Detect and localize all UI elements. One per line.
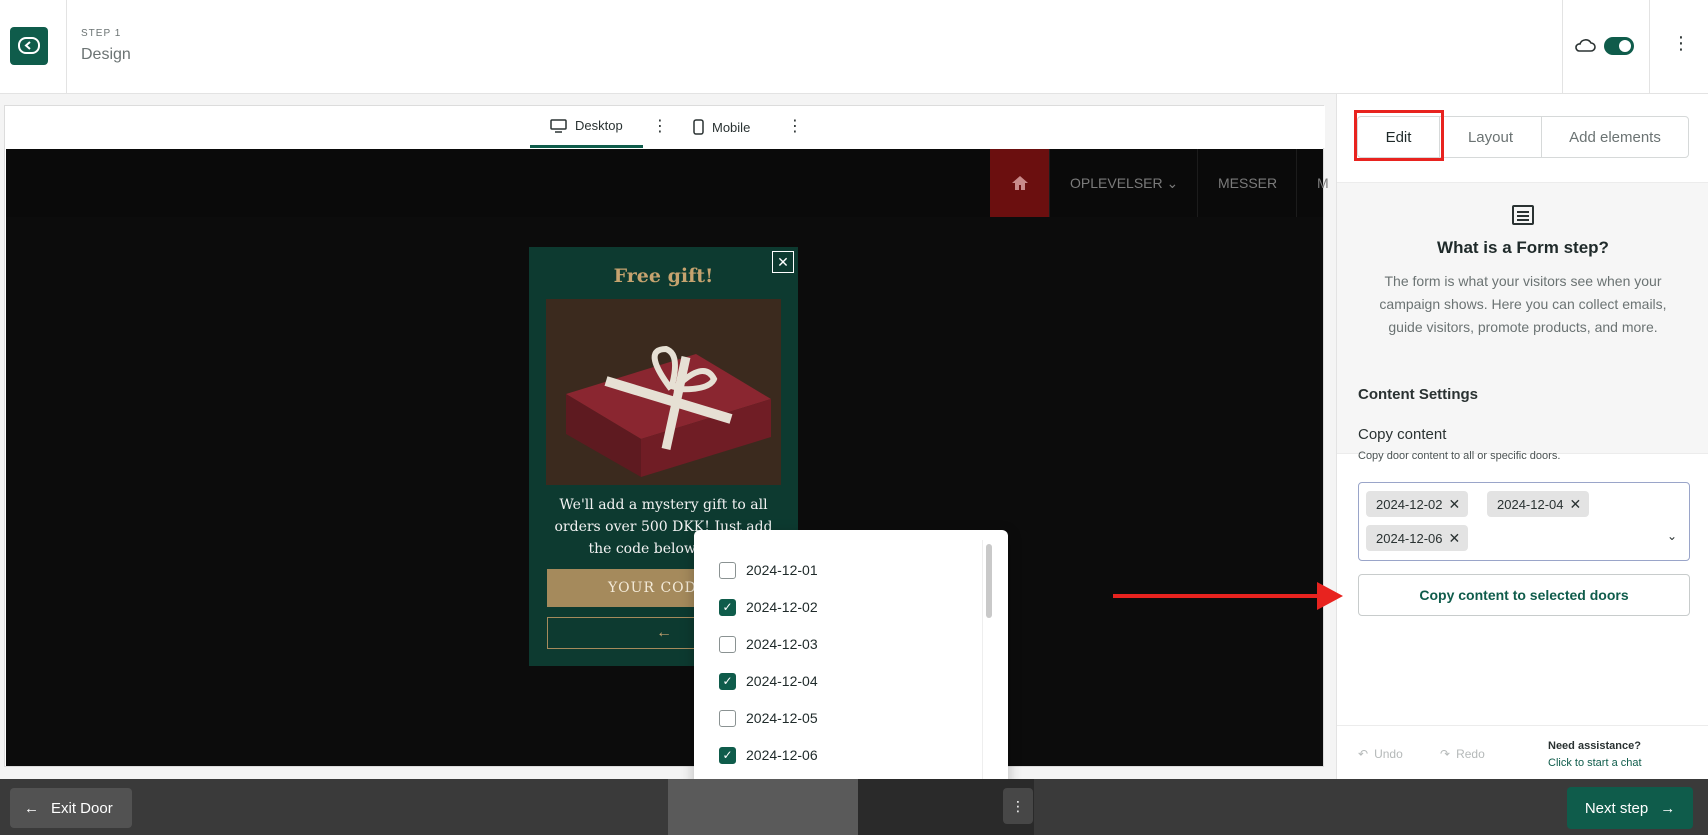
logo-icon [18, 37, 40, 54]
site-nav-item: MESSER [1197, 149, 1297, 217]
desktop-icon [550, 118, 567, 133]
annotation-highlight [1354, 110, 1444, 161]
dropdown-option[interactable]: 2024-12-05 [719, 706, 818, 730]
annotation-arrow [1113, 594, 1323, 598]
panel-footer: ↶ Undo ↷ Redo Need assistance? Click to … [1337, 725, 1708, 779]
dropdown-option[interactable]: ✓ 2024-12-02 [719, 595, 818, 619]
dropdown-option[interactable]: 2024-12-03 [719, 632, 818, 656]
autosave-toggle[interactable] [1604, 37, 1634, 55]
undo-icon: ↶ [1358, 747, 1369, 761]
tab-layout[interactable]: Layout [1440, 117, 1542, 157]
mobile-options-icon[interactable]: ⋮ [787, 116, 803, 136]
site-nav: OPLEVELSER ⌄ MESSER M [6, 149, 1329, 217]
tab-desktop[interactable]: Desktop [530, 106, 643, 148]
tab-mobile-label: Mobile [712, 119, 751, 135]
section-title: Content Settings [1358, 386, 1478, 403]
divider [1562, 0, 1563, 94]
copy-content-label: Copy content [1358, 426, 1447, 443]
redo-icon: ↷ [1440, 747, 1451, 761]
app-logo[interactable] [10, 27, 48, 65]
selected-chip: 2024-12-06 ✕ [1366, 525, 1469, 551]
door-options-icon[interactable]: ⋮ [1003, 788, 1033, 824]
dropdown-option[interactable]: 2024-12-01 [719, 558, 818, 582]
info-title: What is a Form step? [1437, 238, 1609, 257]
next-step-button[interactable]: Next step → [1567, 787, 1693, 829]
doors-multiselect[interactable]: 2024-12-02 ✕ 2024-12-04 ✕ 2024-12-06 ✕ ⌄ [1358, 482, 1690, 561]
dropdown-scrollbar[interactable] [982, 540, 994, 810]
arrow-right-icon: → [1660, 799, 1676, 817]
undo-button[interactable]: ↶ Undo [1358, 747, 1403, 761]
step-title: Design [81, 46, 131, 63]
checkbox-checked[interactable]: ✓ [719, 746, 736, 764]
annotation-arrow-head [1317, 582, 1343, 610]
close-icon[interactable]: ✕ [1449, 496, 1461, 513]
checkbox-checked[interactable]: ✓ [719, 598, 736, 616]
logo-cell [0, 0, 67, 94]
selected-chip: 2024-12-02 ✕ [1366, 491, 1469, 517]
gift-image[interactable] [546, 299, 781, 485]
site-nav-item: M [1296, 149, 1329, 217]
scrollbar-thumb[interactable] [986, 544, 992, 618]
info-text: The form is what your visitors see when … [1379, 273, 1667, 335]
mobile-icon [693, 119, 704, 135]
more-menu-icon[interactable]: ⋮ [1672, 34, 1690, 52]
close-icon[interactable]: ✕ [772, 251, 794, 273]
tab-mobile[interactable]: Mobile [693, 106, 750, 148]
close-icon[interactable]: ✕ [1449, 530, 1461, 547]
tab-add-elements[interactable]: Add elements [1542, 117, 1688, 157]
dropdown-option[interactable]: ✓ 2024-12-04 [719, 669, 818, 693]
cloud-icon [1575, 39, 1596, 52]
selected-chip: 2024-12-04 ✕ [1487, 491, 1590, 517]
checkbox[interactable] [719, 635, 736, 653]
chevron-down-icon[interactable]: ⌄ [1667, 529, 1677, 543]
home-icon [990, 149, 1049, 217]
start-chat-link[interactable]: Click to start a chat [1548, 757, 1642, 769]
checkbox[interactable] [719, 561, 736, 579]
copy-content-button[interactable]: Copy content to selected doors [1358, 574, 1690, 616]
settings-panel: Edit Layout Add elements What is a Form … [1336, 94, 1708, 779]
assist-title: Need assistance? [1548, 740, 1641, 752]
device-tabs: Desktop ⋮ Mobile ⋮ [5, 106, 1325, 148]
step-label: STEP 1 [81, 28, 122, 39]
tab-desktop-label: Desktop [575, 118, 623, 133]
close-icon[interactable]: ✕ [1570, 496, 1582, 513]
checkbox[interactable] [719, 709, 736, 727]
copy-content-help: Copy door content to all or specific doo… [1358, 450, 1561, 462]
door-tab[interactable] [668, 779, 858, 835]
form-icon [1512, 205, 1534, 225]
divider [1649, 0, 1650, 94]
exit-door-button[interactable]: ← Exit Door [10, 788, 132, 828]
dropdown-option[interactable]: ✓ 2024-12-06 [719, 743, 818, 767]
popup-title[interactable]: Free gift! [529, 265, 798, 287]
desktop-options-icon[interactable]: ⋮ [652, 116, 668, 136]
top-bar: STEP 1 Design ⋮ [0, 0, 1708, 94]
site-nav-item: OPLEVELSER ⌄ [1049, 149, 1198, 217]
arrow-left-icon: ← [24, 799, 39, 817]
redo-button[interactable]: ↷ Redo [1440, 747, 1485, 761]
checkbox-checked[interactable]: ✓ [719, 672, 736, 690]
